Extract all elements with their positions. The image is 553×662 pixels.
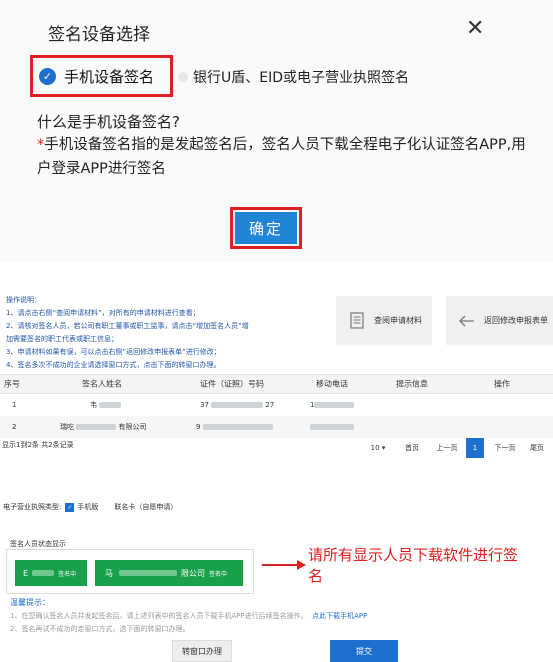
query-materials-label: 查阅申请材料 [374,316,422,325]
row-name: 韦 [90,400,122,410]
row-index: 2 [12,423,17,431]
arrow-head-icon [297,560,306,570]
first-page-button[interactable]: 首页 [398,438,426,458]
license-type-label: 电子营业执照类型: [3,503,62,511]
instruction-line: 1、请点击右侧“查阅申请材料”，对所有的申请材料进行查看； [6,309,200,317]
check-icon: ✓ [39,67,56,85]
instruction-line: 4、签名多次不成功的企业请选择窗口方式，点击下面的转窗口办理。 [6,361,221,369]
mobile-signature-option[interactable]: ✓ 手机设备签名 [30,55,173,97]
col-action: 操作 [494,379,510,389]
alt-signature-radio[interactable] [178,72,188,82]
page-size-select[interactable]: 10 ▾ [364,438,392,458]
checkbox-icon[interactable]: ✓ [65,502,75,512]
tips-text: 1、在您确认签名人员并发起签名后，请上述列表中的签名人员下载手机APP进行后续签… [10,612,368,633]
instructions: 操作说明： 1、请点击右侧“查阅申请材料”，对所有的申请材料进行查看； 2、请核… [6,294,326,372]
signer-table: 序号 签名人姓名 证件（证照）号码 移动电话 提示信息 操作 1 韦 37 27… [0,374,553,438]
row-index: 1 [12,401,17,409]
table-row[interactable]: 2 瑞吃 有限公司 9 [0,416,553,438]
switch-to-window-button[interactable]: 转窗口办理 [172,640,232,662]
annotation-text: 请所有显示人员下载软件进行签名 [308,546,519,585]
question-title: 什么是手机设备签名? [37,113,180,131]
instruction-line: 3、申请材料如果有误，可以点击右侧“返回修改申报表单”进行修改； [6,348,221,356]
col-phone: 移动电话 [316,379,348,389]
row-name: 瑞吃 有限公司 [60,423,147,431]
question-description: *手机设备签名指的是发起签名后，签名人员下载全程电子化认证签名APP,用户登录A… [37,133,527,181]
close-icon[interactable]: ✕ [466,18,484,40]
alt-signature-label[interactable]: 银行U盾、EID或电子营业执照签名 [193,67,409,87]
signer-status-item: 马 限公司 签名中 [95,560,243,586]
col-id: 证件（证照）号码 [200,379,264,389]
signer-status-title: 签名人员状态显示 [10,540,66,548]
license-mobile-label: 手机版 [77,503,99,511]
confirm-highlight: 确定 [230,207,302,249]
record-summary: 显示1到2条 共2条记录 [2,441,74,449]
back-arrow-icon [458,311,476,331]
document-icon [348,311,366,331]
confirm-button[interactable]: 确定 [235,212,297,244]
query-materials-button[interactable]: 查阅申请材料 [336,296,432,345]
col-index: 序号 [4,379,20,389]
signing-badge: 签名中 [58,570,77,578]
instruction-line: 加需要签名的职工代表或职工信息； [6,335,118,343]
row-id: 37 27 [200,401,275,409]
mobile-signature-label: 手机设备签名 [64,67,155,86]
last-page-button[interactable]: 尾页 [524,438,550,458]
license-type-row: 电子营业执照类型: ✓ 手机版 联名卡（自愿申请） [3,502,177,512]
instruction-line: 2、请核对签名人员，若公司有职工董事或职工监事，请点击“增加签名人员”增 [6,322,249,330]
signature-device-dialog: 签名设备选择 ✕ ✓ 手机设备签名 银行U盾、EID或电子营业执照签名 什么是手… [0,0,553,262]
current-page-button[interactable]: 1 [466,438,484,458]
signing-badge: 签名中 [209,570,228,578]
signer-status-item: E 签名中 [15,560,87,586]
row-id: 9 [196,423,273,431]
prev-page-button[interactable]: 上一页 [430,438,464,458]
license-card-label[interactable]: 联名卡（自愿申请） [114,502,177,512]
table-header: 序号 签名人姓名 证件（证照）号码 移动电话 提示信息 操作 [0,374,553,394]
table-row[interactable]: 1 韦 37 27 1 [0,394,553,416]
dialog-title: 签名设备选择 [48,25,150,45]
return-modify-button[interactable]: 返回修改申报表单 [446,296,553,345]
col-tips: 提示信息 [396,379,428,389]
signer-status-box: E 签名中 马 限公司 签名中 [6,549,254,594]
description-text: 手机设备签名指的是发起签名后，签名人员下载全程电子化认证签名APP,用户登录AP… [37,137,526,177]
submit-button[interactable]: 提交 [330,640,398,662]
row-phone: 1 [310,401,355,409]
return-modify-label: 返回修改申报表单 [484,316,548,325]
col-name: 签名人姓名 [82,379,122,389]
row-phone [310,423,354,431]
next-page-button[interactable]: 下一页 [488,438,522,458]
instructions-heading: 操作说明： [6,296,41,304]
tips-title: 温馨提示： [10,598,50,607]
download-app-link[interactable]: 点此下载手机APP [312,612,367,620]
